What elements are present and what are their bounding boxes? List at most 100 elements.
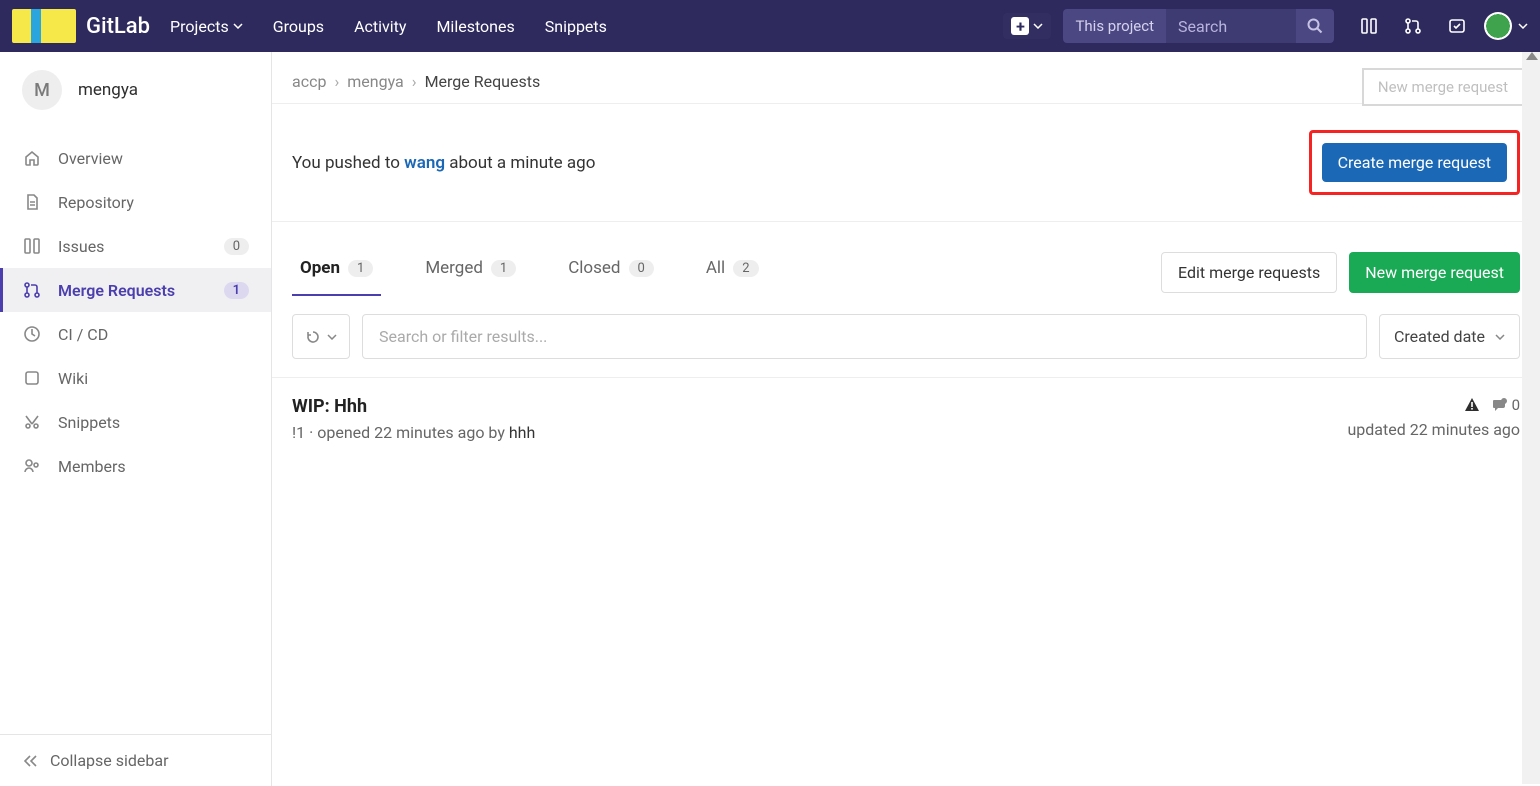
user-avatar[interactable] [1484,12,1512,40]
author-link[interactable]: hhh [509,423,535,442]
search-scope[interactable]: This project [1063,17,1166,35]
tab-all[interactable]: All 2 [698,248,767,296]
edit-merge-requests-button[interactable]: Edit merge requests [1161,252,1337,293]
merge-request-icon [22,280,42,300]
home-icon [22,148,42,168]
create-merge-request-button[interactable]: Create merge request [1322,143,1507,182]
sidebar: M mengya Overview Repository Issues 0 Me… [0,52,272,786]
list-item[interactable]: WIP: Hhh !1 · opened 22 minutes ago by h… [272,378,1540,460]
new-merge-request-ghost-button[interactable]: New merge request [1362,68,1524,106]
chevron-down-icon [233,23,243,29]
tabs-row: Open 1 Merged 1 Closed 0 All 2 Edit merg… [272,230,1540,296]
nav-projects[interactable]: Projects [170,17,243,36]
sidebar-item-wiki[interactable]: Wiki [0,356,271,400]
merge-request-meta: !1 · opened 22 minutes ago by hhh [292,423,1347,442]
sidebar-label: Wiki [58,369,88,388]
push-suffix: about a minute ago [445,153,595,173]
topnav: Projects Groups Activity Milestones Snip… [170,17,607,36]
chevron-down-icon [1495,334,1505,340]
project-avatar: M [22,70,62,110]
chevron-right-icon: › [334,72,339,91]
chevron-down-icon [1518,23,1528,29]
scissors-icon [22,412,42,432]
sidebar-label: Members [58,457,126,476]
chevron-double-left-icon [22,753,38,769]
collapse-sidebar[interactable]: Collapse sidebar [0,734,271,786]
search-input[interactable] [1166,9,1296,43]
merge-request-list: WIP: Hhh !1 · opened 22 minutes ago by h… [272,377,1540,460]
file-icon [22,192,42,212]
plus-icon: + [1011,17,1029,35]
scrollbar[interactable] [1522,52,1540,784]
tab-count: 1 [491,260,516,277]
nav-projects-label: Projects [170,17,229,36]
search-icon[interactable] [1296,17,1334,35]
nav-activity[interactable]: Activity [354,17,406,36]
sidebar-item-merge-requests[interactable]: Merge Requests 1 [0,268,271,312]
logo-block[interactable]: GitLab [12,9,150,43]
sidebar-label: Overview [58,149,123,168]
sidebar-label: Repository [58,193,134,212]
sidebar-item-snippets[interactable]: Snippets [0,400,271,444]
push-prefix: You pushed to [292,153,404,173]
tab-count: 0 [629,260,654,277]
search-wrap: This project [1063,9,1334,43]
breadcrumb-item[interactable]: accp [292,72,326,91]
rocket-icon [22,324,42,344]
filter-bar: Created date [272,296,1540,377]
chevron-down-icon [1033,23,1043,29]
merge-request-title[interactable]: WIP: Hhh [292,396,1347,417]
list-item-left: WIP: Hhh !1 · opened 22 minutes ago by h… [292,396,1347,442]
sidebar-item-cicd[interactable]: CI / CD [0,312,271,356]
chevron-down-icon [327,334,337,340]
sidebar-label: Snippets [58,413,120,432]
sidebar-nav: Overview Repository Issues 0 Merge Reque… [0,128,271,734]
new-dropdown[interactable]: + [1003,13,1051,39]
sidebar-item-members[interactable]: Members [0,444,271,488]
filter-input[interactable] [362,314,1367,359]
nav-milestones[interactable]: Milestones [436,17,514,36]
list-item-right: 0 updated 22 minutes ago [1347,396,1520,442]
warning-icon [1464,397,1480,413]
todos-icon[interactable] [1448,17,1466,35]
sidebar-item-overview[interactable]: Overview [0,136,271,180]
sidebar-item-repository[interactable]: Repository [0,180,271,224]
branch-link[interactable]: wang [404,153,445,173]
tab-open[interactable]: Open 1 [292,248,381,296]
tabs-actions: Edit merge requests New merge request [1161,252,1520,293]
highlight-box: Create merge request [1309,130,1520,195]
sidebar-item-issues[interactable]: Issues 0 [0,224,271,268]
tab-label: All [706,258,725,278]
tab-closed[interactable]: Closed 0 [560,248,662,296]
project-name: mengya [78,80,138,100]
sidebar-count: 1 [224,282,249,299]
mr-ref: !1 [292,423,305,442]
nav-groups[interactable]: Groups [273,17,324,36]
new-merge-request-button[interactable]: New merge request [1349,252,1520,293]
breadcrumb: accp › mengya › Merge Requests New merge… [272,52,1540,104]
issues-icon[interactable] [1360,17,1378,35]
comments-count[interactable]: 0 [1492,396,1520,414]
tab-count: 1 [348,260,373,277]
nav-snippets[interactable]: Snippets [545,17,607,36]
recent-searches-dropdown[interactable] [292,314,350,359]
push-notification-bar: You pushed to wang about a minute ago Cr… [272,104,1540,221]
mr-opened: opened 22 minutes ago by [317,423,505,442]
tab-merged[interactable]: Merged 1 [417,248,524,296]
tab-label: Closed [568,258,620,278]
members-icon [22,456,42,476]
chevron-right-icon: › [412,72,417,91]
comments-icon [1492,398,1508,412]
sort-dropdown[interactable]: Created date [1379,314,1520,359]
issues-icon [22,236,42,256]
merge-request-icon[interactable] [1404,17,1422,35]
breadcrumb-item[interactable]: mengya [347,72,404,91]
tab-count: 2 [733,260,758,277]
tab-label: Merged [425,258,483,278]
mr-updated: updated 22 minutes ago [1347,420,1520,439]
sort-label: Created date [1394,327,1485,346]
sidebar-header[interactable]: M mengya [0,52,271,128]
sidebar-label: Merge Requests [58,281,175,300]
history-icon [305,329,321,345]
divider [272,221,1540,222]
